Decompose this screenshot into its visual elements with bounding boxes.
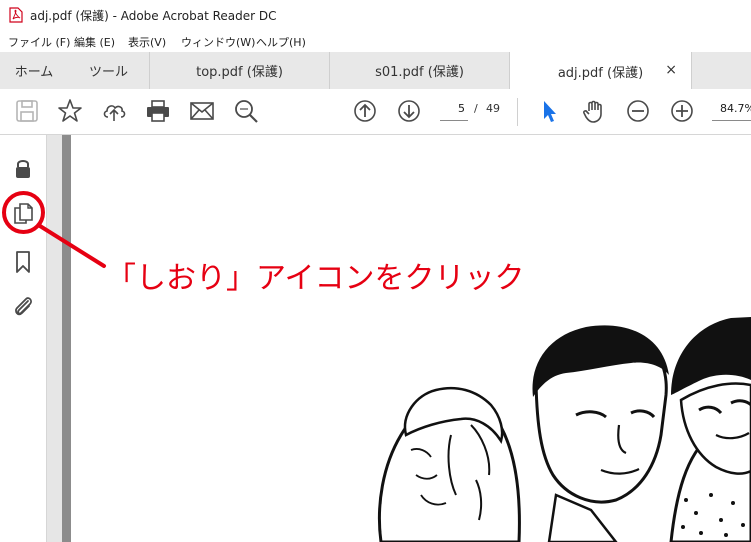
bookmark-icon[interactable] bbox=[11, 250, 35, 274]
tab-s01-pdf[interactable]: s01.pdf (保護) bbox=[330, 52, 510, 89]
close-tab-icon[interactable]: × bbox=[665, 62, 677, 78]
annotation-text: 「しおり」アイコンをクリック bbox=[106, 261, 525, 296]
pdf-page[interactable] bbox=[71, 135, 751, 542]
star-icon[interactable] bbox=[57, 98, 83, 124]
select-cursor-icon[interactable] bbox=[536, 98, 562, 124]
hand-tool-icon[interactable] bbox=[581, 98, 607, 124]
menu-file[interactable]: ファイル (F) bbox=[8, 34, 70, 50]
menu-help[interactable]: ヘルプ(H) bbox=[256, 34, 306, 50]
print-icon[interactable] bbox=[145, 98, 171, 124]
menu-view[interactable]: 表示(V) bbox=[128, 34, 166, 50]
acrobat-pdf-icon bbox=[9, 7, 23, 23]
tab-bar: ホーム ツール top.pdf (保護) s01.pdf (保護) adj.pd… bbox=[0, 52, 751, 90]
zoom-out-icon[interactable] bbox=[625, 98, 651, 124]
page-illustration-image bbox=[377, 317, 751, 542]
annotation-line bbox=[38, 224, 106, 268]
attachment-icon[interactable] bbox=[11, 294, 35, 318]
toolbar-divider bbox=[517, 98, 518, 126]
page-separator: / bbox=[474, 102, 478, 115]
lock-icon[interactable] bbox=[11, 156, 35, 180]
tab-home[interactable]: ホーム bbox=[0, 52, 68, 89]
email-icon[interactable] bbox=[189, 98, 215, 124]
menu-edit[interactable]: 編集 (E) bbox=[74, 34, 115, 50]
menu-window[interactable]: ウィンドウ(W) bbox=[181, 34, 255, 50]
page-number-input[interactable]: 5 bbox=[440, 97, 468, 121]
zoom-in-icon[interactable] bbox=[669, 98, 695, 124]
menu-bar: ファイル (F) 編集 (E) 表示(V) ウィンドウ(W) ヘルプ(H) bbox=[0, 30, 751, 52]
title-bar: adj.pdf (保護) - Adobe Acrobat Reader DC bbox=[0, 0, 751, 30]
document-page-edge bbox=[62, 135, 71, 542]
tab-label: adj.pdf (保護) bbox=[557, 65, 644, 81]
tab-tools[interactable]: ツール bbox=[68, 52, 150, 89]
window-title: adj.pdf (保護) - Adobe Acrobat Reader DC bbox=[30, 9, 277, 23]
save-icon[interactable] bbox=[14, 98, 40, 124]
tab-adj-pdf[interactable]: adj.pdf (保護) × bbox=[510, 52, 692, 90]
search-icon[interactable] bbox=[233, 98, 259, 124]
next-page-icon[interactable] bbox=[396, 98, 422, 124]
document-background bbox=[47, 135, 62, 542]
zoom-level-input[interactable]: 84.7% bbox=[712, 97, 751, 121]
previous-page-icon[interactable] bbox=[352, 98, 378, 124]
tab-top-pdf[interactable]: top.pdf (保護) bbox=[150, 52, 330, 89]
page-total: 49 bbox=[486, 102, 500, 115]
cloud-upload-icon[interactable] bbox=[101, 98, 127, 124]
